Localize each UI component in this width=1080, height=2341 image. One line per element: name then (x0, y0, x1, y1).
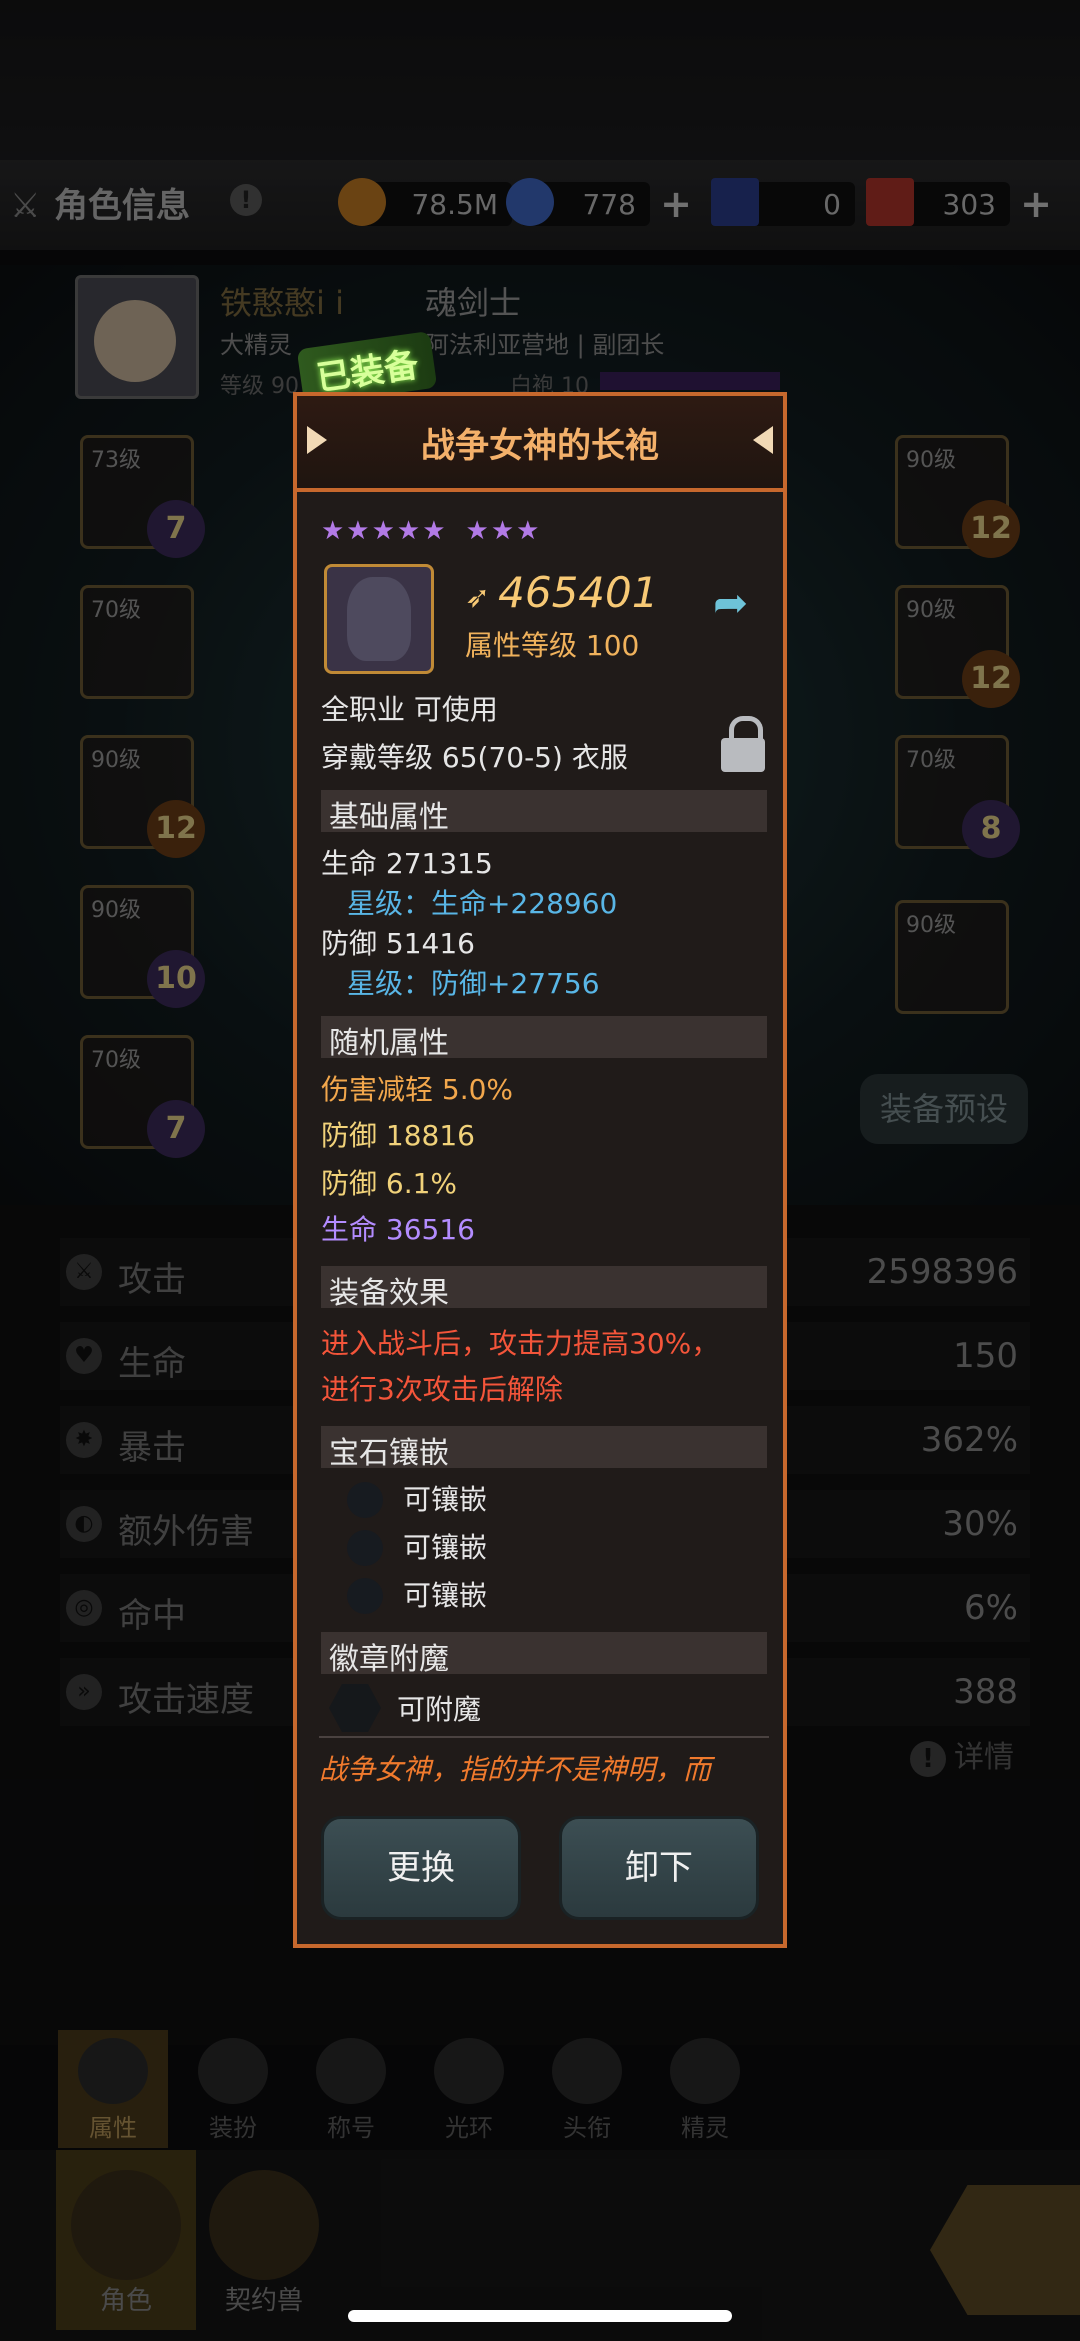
star-bonus-hp: 星级：生命+228960 (347, 887, 618, 920)
unequip-button[interactable]: 卸下 (559, 1816, 759, 1920)
gem-socket-1-label: 可镶嵌 (403, 1483, 488, 1516)
star-bonus-defense: 星级：防御+27756 (347, 967, 600, 1000)
replace-button[interactable]: 更换 (321, 1816, 521, 1920)
section-random-attributes: 随机属性 (321, 1016, 767, 1061)
random-attr-defense: 防御 18816 (321, 1119, 475, 1152)
random-attr-defense-percent: 防御 6.1% (321, 1167, 458, 1200)
section-badge-enchant: 徽章附魔 (321, 1632, 767, 1677)
power-icon: ➶ (465, 580, 491, 615)
wear-level: 穿戴等级 65(70-5) 衣服 (321, 741, 628, 774)
base-attr-defense: 防御 51416 (321, 927, 475, 960)
section-base-attributes: 基础属性 (321, 790, 767, 835)
star-rating: ★★★★★ ★★★ (321, 516, 542, 546)
share-icon[interactable]: ➦ (713, 578, 763, 627)
item-detail-popup: 战争女神的长袍 ★★★★★ ★★★ ➶ 465401 属性等级 100 ➦ 全职业 … (293, 392, 787, 1948)
gem-socket-3-label: 可镶嵌 (403, 1579, 488, 1612)
divider (319, 1736, 769, 1738)
gem-socket-2-label: 可镶嵌 (403, 1531, 488, 1564)
item-icon (324, 564, 434, 674)
base-attr-hp: 生命 271315 (321, 847, 493, 880)
job-requirement: 全职业 可使用 (321, 693, 498, 726)
gem-socket-2[interactable] (347, 1530, 383, 1566)
badge-slot-label: 可附魔 (397, 1693, 482, 1726)
gem-socket-1[interactable] (347, 1482, 383, 1518)
flavor-text: 战争女神，指的并不是神明，而 (319, 1753, 712, 1786)
badge-slot[interactable] (329, 1684, 381, 1732)
popup-header: 战争女神的长袍 (293, 392, 787, 492)
attribute-level: 属性等级 100 (465, 629, 640, 662)
random-attr-hp: 生命 36516 (321, 1213, 475, 1246)
item-power: ➶ 465401 (465, 568, 659, 617)
lock-icon[interactable] (721, 716, 765, 772)
section-gem-socket: 宝石镶嵌 (321, 1426, 767, 1471)
effect-line-1: 进入战斗后，攻击力提高30%， (321, 1327, 720, 1360)
section-equipment-effect: 装备效果 (321, 1266, 767, 1311)
home-indicator[interactable] (348, 2310, 732, 2322)
owl-robe-icon (347, 577, 411, 661)
gem-socket-3[interactable] (347, 1578, 383, 1614)
effect-line-2: 进行3次攻击后解除 (321, 1373, 563, 1406)
item-name: 战争女神的长袍 (421, 426, 659, 466)
arrow-right-icon (753, 426, 773, 454)
random-attr-damage-reduction: 伤害减轻 5.0% (321, 1073, 514, 1106)
